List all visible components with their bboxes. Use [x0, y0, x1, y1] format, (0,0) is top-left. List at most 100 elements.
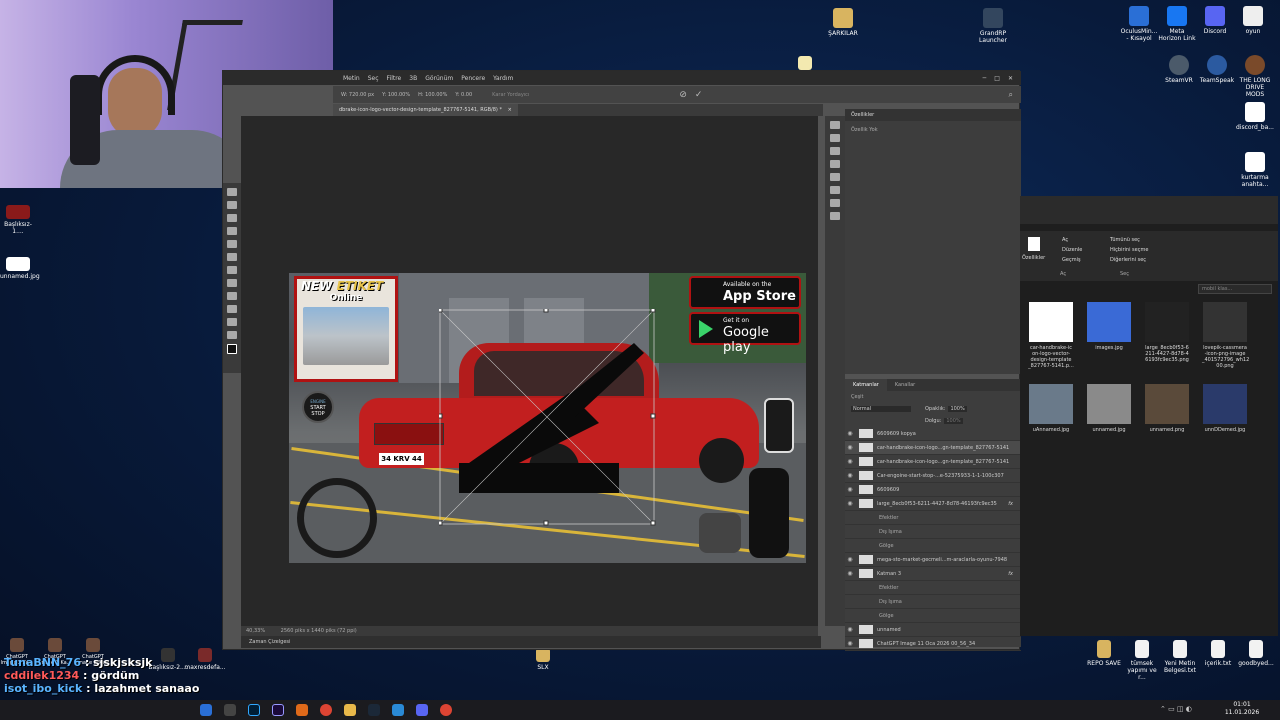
layer-row[interactable]: ◉ large_8ecb0f53-6211-4427-8d78-46193fc9e…: [845, 497, 1021, 511]
paragraph-icon[interactable]: [830, 186, 840, 194]
menu-item[interactable]: Görünüm: [425, 75, 453, 82]
pen-tool-icon[interactable]: [227, 292, 237, 300]
photoshop-taskbar-icon[interactable]: [248, 704, 260, 716]
options-field[interactable]: Y: 0.00: [455, 92, 472, 98]
vscode-icon[interactable]: [392, 704, 404, 716]
ribbon-button[interactable]: Hiçbirini seçme: [1110, 247, 1148, 253]
file-thumbnail[interactable]: uAnnamed.jpg: [1028, 384, 1074, 433]
brush-tool-icon[interactable]: [227, 253, 237, 261]
marquee-tool-icon[interactable]: [227, 201, 237, 209]
zoom-tool-icon[interactable]: [227, 331, 237, 339]
file-thumbnail[interactable]: unnDDemed.jpg: [1202, 384, 1248, 433]
commit-transform-icon[interactable]: ✓: [695, 90, 703, 100]
layer-row[interactable]: ◉ car-handbrake-icon-logo...gn-template_8…: [845, 441, 1021, 455]
discord-taskbar-icon[interactable]: [416, 704, 428, 716]
desktop-icon[interactable]: TeamSpeak: [1198, 55, 1236, 84]
file-explorer-icon[interactable]: [344, 704, 356, 716]
desktop-icon-discord-ba[interactable]: discord_ba...: [1232, 102, 1278, 131]
maximize-icon[interactable]: □: [994, 75, 1000, 82]
layer-filter-input[interactable]: Çeşit: [851, 394, 864, 400]
ribbon-button[interactable]: Geçmiş: [1062, 257, 1081, 263]
desktop-icon[interactable]: REPO SAVE: [1085, 640, 1123, 667]
timeline-tab[interactable]: Zaman Çizelgesi: [249, 639, 290, 645]
minimize-icon[interactable]: ─: [983, 75, 987, 82]
eraser-tool-icon[interactable]: [227, 266, 237, 274]
visibility-eye-icon[interactable]: ◉: [845, 486, 855, 493]
layer-row[interactable]: Dış Işıma: [845, 525, 1021, 539]
explorer-search-input[interactable]: mobil klas...: [1198, 284, 1272, 294]
file-thumbnail[interactable]: unnamed.png: [1144, 384, 1190, 433]
desktop-icon[interactable]: Yeni Metin Belgesi.txt: [1161, 640, 1199, 674]
menu-item[interactable]: 3B: [409, 75, 417, 82]
layer-row[interactable]: ◉ car-handbrake-icon-logo...gn-template_8…: [845, 455, 1021, 469]
visibility-eye-icon[interactable]: ◉: [845, 430, 855, 437]
zoom-level[interactable]: 40,33%: [246, 628, 265, 634]
channels-tab[interactable]: Kanallar: [887, 379, 923, 391]
tools-icon[interactable]: [830, 199, 840, 207]
layer-row[interactable]: Dış Işıma: [845, 595, 1021, 609]
desktop-icon[interactable]: Discord: [1196, 6, 1234, 35]
options-field[interactable]: H: 100.00%: [418, 92, 447, 98]
layer-row[interactable]: ◉ 6609609: [845, 483, 1021, 497]
layer-row[interactable]: Gölge: [845, 609, 1021, 623]
system-tray-icons[interactable]: ⌃ ▭ ◫ ◐: [1160, 705, 1192, 713]
properties-icon[interactable]: [1028, 237, 1040, 251]
visibility-eye-icon[interactable]: ◉: [845, 570, 855, 577]
ribbon-button[interactable]: Düzenle: [1062, 247, 1082, 253]
menu-item[interactable]: Seç: [368, 75, 379, 82]
close-tab-icon[interactable]: ×: [508, 107, 512, 113]
desktop-icon-kurtarma[interactable]: kurtarma anahta...: [1232, 152, 1278, 188]
desktop-icon-grandrp[interactable]: GrandRP Launcher: [970, 8, 1016, 44]
desktop-icon[interactable]: oyun: [1234, 6, 1272, 35]
layer-row[interactable]: ◉ Katman 3 fx: [845, 567, 1021, 581]
file-thumbnail[interactable]: large_8ecb0f53-6 211-4427-8d78-4 6193fc9…: [1144, 302, 1190, 363]
chrome-icon[interactable]: [320, 704, 332, 716]
blend-mode-select[interactable]: Normal: [851, 406, 911, 412]
visibility-eye-icon[interactable]: ◉: [845, 626, 855, 633]
move-tool-icon[interactable]: [227, 188, 237, 196]
cancel-transform-icon[interactable]: ⊘: [679, 90, 687, 100]
visibility-eye-icon[interactable]: ◉: [845, 640, 855, 647]
text-tool-icon[interactable]: [227, 279, 237, 287]
visibility-eye-icon[interactable]: ◉: [845, 500, 855, 507]
desktop-icon[interactable]: içerik.txt: [1199, 640, 1237, 667]
desktop-icon[interactable]: Başlıksız-1....: [0, 205, 36, 235]
layer-row[interactable]: ◉ unnamed: [845, 623, 1021, 637]
chrome-icon[interactable]: [440, 704, 452, 716]
file-thumbnail[interactable]: images.jpg: [1086, 302, 1132, 351]
options-field[interactable]: W: 720.00 px: [341, 92, 374, 98]
layer-row[interactable]: ◉ mega-sto-market-gecmeli...m-araclarla-o…: [845, 553, 1021, 567]
desktop-icon[interactable]: goodbyed...: [1237, 640, 1275, 667]
edge-icon[interactable]: [200, 704, 212, 716]
hand-tool-icon[interactable]: [227, 318, 237, 326]
transform-bounding-box[interactable]: [439, 309, 659, 527]
layer-row[interactable]: ◉ Car-engoine-start-stop-...e-52375933-1-…: [845, 469, 1021, 483]
layer-row[interactable]: ◉ 6609609 kopya: [845, 427, 1021, 441]
menu-item[interactable]: Pencere: [461, 75, 485, 82]
layers-tab[interactable]: Katmanlar: [845, 379, 887, 391]
desktop-icon[interactable]: SteamVR: [1160, 55, 1198, 84]
app-icon[interactable]: [296, 704, 308, 716]
premiere-icon[interactable]: [272, 704, 284, 716]
lasso-tool-icon[interactable]: [227, 214, 237, 222]
file-thumbnail[interactable]: car-handbrake-ic on-logo-vector- design-…: [1028, 302, 1074, 369]
visibility-eye-icon[interactable]: ◉: [845, 458, 855, 465]
desktop-icon[interactable]: THE LONG DRIVE MODS: [1236, 55, 1274, 98]
ribbon-button[interactable]: Aç: [1062, 237, 1068, 243]
file-thumbnail[interactable]: unnamed.jpg: [1086, 384, 1132, 433]
layer-fx-badge[interactable]: fx: [1008, 501, 1013, 507]
steam-icon[interactable]: [368, 704, 380, 716]
menu-item[interactable]: Yardım: [493, 75, 513, 82]
layer-row[interactable]: Gölge: [845, 539, 1021, 553]
menu-item[interactable]: Metin: [343, 75, 360, 82]
document-tab[interactable]: dbrake-icon-logo-vector-design-template_…: [333, 104, 518, 116]
document-canvas[interactable]: 34 KRV 44 NEW ETIKET Online ENGINE START…: [289, 273, 806, 563]
desktop-icon-sarkilar[interactable]: ŞARKILAR: [820, 8, 866, 37]
file-thumbnail[interactable]: lovepik-cassmera -icon-png-image _401572…: [1202, 302, 1249, 369]
visibility-eye-icon[interactable]: ◉: [845, 556, 855, 563]
brush-settings-icon[interactable]: [830, 134, 840, 142]
ribbon-button[interactable]: Özellikler: [1022, 255, 1045, 261]
color-swatch-icon[interactable]: [227, 344, 237, 354]
desktop-icon[interactable]: tümsek yapımı ve r...: [1123, 640, 1161, 681]
desktop-icon[interactable]: unnamed.jpg: [0, 257, 40, 280]
